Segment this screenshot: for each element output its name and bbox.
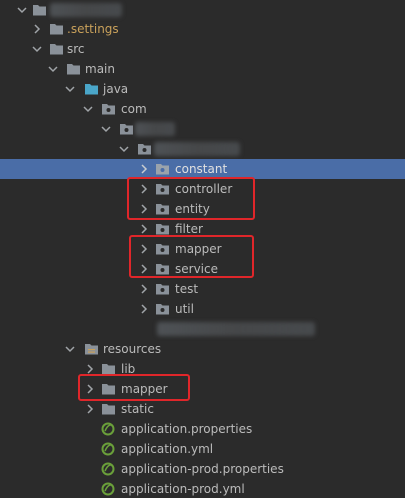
tree-label: application.properties [121,422,253,436]
tree-label: test [175,282,199,296]
package-icon [155,282,170,296]
chevron-down-icon[interactable] [31,43,43,55]
spring-config-file-icon [101,442,116,456]
spring-config-file-icon [101,482,116,496]
highlight-box-mapper-service [129,235,254,278]
chevron-right-icon[interactable] [31,23,43,35]
tree-row-application-prod-yml[interactable]: application-prod.yml [0,479,405,498]
tree-label: application-prod.yml [121,482,245,496]
tree-row-application-yml[interactable]: application.yml [0,439,405,459]
chevron-right-icon[interactable] [138,303,150,315]
chevron-down-icon[interactable] [100,123,112,135]
folder-icon [101,402,116,416]
redacted-file-name [157,322,315,336]
tree-row-redacted-package[interactable] [0,139,405,159]
redacted-package-name [135,122,175,136]
tree-label: resources [103,342,162,356]
package-icon [119,122,134,136]
tree-label: src [67,42,85,56]
chevron-down-icon[interactable] [16,4,28,16]
highlight-box-controller-entity [127,177,255,220]
folder-icon [49,22,64,36]
tree-row-application-properties[interactable]: application.properties [0,419,405,439]
tree-label: constant [175,162,228,176]
tree-row-resources-mapper[interactable]: mapper [0,379,405,399]
package-icon [155,222,170,236]
chevron-right-icon[interactable] [138,223,150,235]
tree-label: util [175,302,194,316]
tree-row-lib[interactable]: lib [0,359,405,379]
spring-config-file-icon [101,462,116,476]
tree-label: static [121,402,154,416]
folder-icon [32,3,47,17]
tree-label: application.yml [121,442,214,456]
folder-icon [49,42,64,56]
chevron-down-icon[interactable] [64,343,76,355]
spring-config-file-icon [101,422,116,436]
chevron-right-icon[interactable] [138,283,150,295]
package-icon [155,162,170,176]
highlight-box-resources-mapper [78,374,190,401]
tree-row-constant[interactable]: constant [0,159,405,179]
project-tree-panel: .settings src main java com constant con… [0,0,405,498]
tree-row-com[interactable]: com [0,99,405,119]
tree-row-redacted-package[interactable] [0,119,405,139]
package-icon [137,142,152,156]
tree-row-root[interactable] [0,0,405,20]
tree-row-util[interactable]: util [0,299,405,319]
chevron-right-icon[interactable] [138,163,150,175]
chevron-down-icon[interactable] [47,63,59,75]
chevron-right-icon[interactable] [84,403,96,415]
chevron-down-icon[interactable] [118,143,130,155]
package-icon [155,302,170,316]
tree-row-test[interactable]: test [0,279,405,299]
tree-row-settings[interactable]: .settings [0,19,405,39]
tree-label: application-prod.properties [121,462,284,476]
tree-row-redacted-file[interactable] [0,319,405,339]
chevron-down-icon[interactable] [82,103,94,115]
tree-row-src[interactable]: src [0,39,405,59]
resources-folder-icon [84,342,99,356]
source-folder-icon [84,82,99,96]
tree-row-application-prod-properties[interactable]: application-prod.properties [0,459,405,479]
tree-row-java[interactable]: java [0,79,405,99]
tree-row-static[interactable]: static [0,399,405,419]
package-icon [101,102,116,116]
tree-row-main[interactable]: main [0,59,405,79]
tree-row-resources[interactable]: resources [0,339,405,359]
folder-icon [66,62,81,76]
redacted-root-name [50,3,122,17]
tree-label: main [85,62,115,76]
tree-label: .settings [67,22,119,36]
tree-label: com [121,102,147,116]
redacted-package-name [154,142,240,156]
tree-label: java [103,82,129,96]
chevron-down-icon[interactable] [64,83,76,95]
